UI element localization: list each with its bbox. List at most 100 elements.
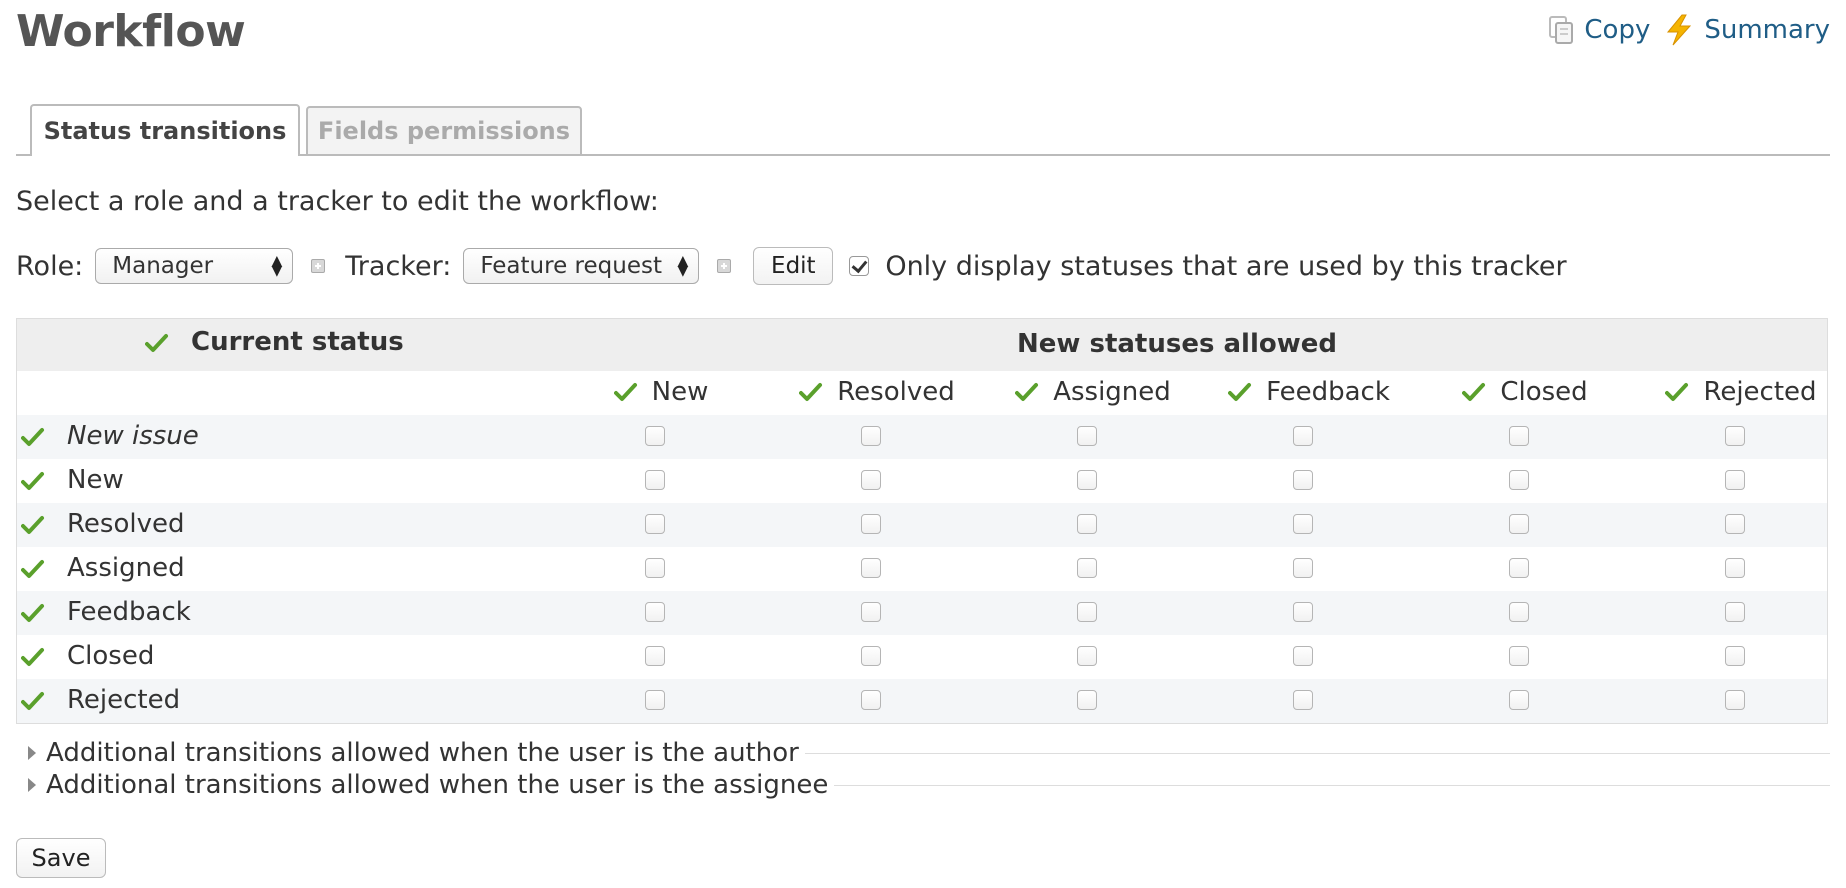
transition-checkbox[interactable]	[1509, 646, 1529, 666]
page-title: Workflow	[16, 6, 246, 57]
toggle-column-check-icon[interactable]	[1015, 382, 1039, 402]
role-expand-icon[interactable]	[311, 259, 326, 273]
transition-checkbox[interactable]	[1725, 690, 1745, 710]
tracker-label: Tracker:	[345, 250, 452, 282]
column-header-label: Feedback	[1266, 377, 1390, 407]
transition-checkbox[interactable]	[861, 470, 881, 490]
transition-checkbox[interactable]	[861, 602, 881, 622]
summary-link[interactable]: Summary	[1664, 14, 1830, 46]
table-row: Resolved	[17, 503, 1827, 547]
column-header-label: New	[651, 377, 709, 407]
divider	[834, 784, 1830, 786]
toggle-row-check-icon[interactable]	[21, 603, 45, 623]
table-row: Rejected	[17, 679, 1827, 723]
transition-checkbox[interactable]	[1077, 514, 1097, 534]
expand-triangle-icon	[28, 746, 36, 760]
author-transitions-label: Additional transitions allowed when the …	[46, 738, 799, 768]
transition-checkbox[interactable]	[645, 602, 665, 622]
transition-checkbox[interactable]	[645, 690, 665, 710]
column-header-new: New	[561, 377, 761, 407]
transition-checkbox[interactable]	[1077, 558, 1097, 578]
column-header-label: Rejected	[1703, 377, 1817, 407]
copy-icon	[1548, 15, 1574, 45]
column-header-feedback: Feedback	[1209, 377, 1409, 407]
table-row: New issue	[17, 415, 1827, 459]
transition-checkbox[interactable]	[1077, 426, 1097, 446]
transition-checkbox[interactable]	[861, 690, 881, 710]
only-used-statuses-checkbox[interactable]	[849, 256, 870, 276]
instructions-text: Select a role and a tracker to edit the …	[16, 186, 659, 217]
transition-checkbox[interactable]	[1293, 646, 1313, 666]
copy-link[interactable]: Copy	[1548, 15, 1650, 45]
row-status-label: Resolved	[67, 509, 185, 539]
transition-checkbox[interactable]	[861, 558, 881, 578]
transition-checkbox[interactable]	[1293, 690, 1313, 710]
transition-checkbox[interactable]	[1509, 602, 1529, 622]
toggle-all-rows-check-icon[interactable]	[145, 333, 169, 353]
row-status-label: New issue	[67, 421, 199, 451]
transition-checkbox[interactable]	[1509, 426, 1529, 446]
transition-checkbox[interactable]	[1077, 602, 1097, 622]
transition-checkbox[interactable]	[645, 470, 665, 490]
transition-checkbox[interactable]	[1509, 514, 1529, 534]
assignee-transitions-toggle[interactable]: Additional transitions allowed when the …	[28, 770, 1830, 800]
transition-checkbox[interactable]	[645, 426, 665, 446]
select-arrows-icon: ▲ ▼	[271, 253, 283, 279]
toggle-column-check-icon[interactable]	[799, 382, 823, 402]
copy-label: Copy	[1584, 15, 1651, 45]
edit-button[interactable]: Edit	[753, 247, 834, 285]
role-label: Role:	[16, 250, 84, 282]
transition-checkbox[interactable]	[1077, 470, 1097, 490]
table-row: Assigned	[17, 547, 1827, 591]
transition-checkbox[interactable]	[861, 514, 881, 534]
workflow-page: Workflow Copy Summary Status transitions…	[0, 0, 1846, 888]
toggle-column-check-icon[interactable]	[1462, 382, 1486, 402]
transition-checkbox[interactable]	[1725, 558, 1745, 578]
transition-checkbox[interactable]	[1293, 470, 1313, 490]
column-header-closed: Closed	[1425, 377, 1625, 407]
table-row: New	[17, 459, 1827, 503]
transition-checkbox[interactable]	[1725, 646, 1745, 666]
transition-checkbox[interactable]	[1725, 426, 1745, 446]
toggle-row-check-icon[interactable]	[21, 515, 45, 535]
only-used-statuses-label: Only display statuses that are used by t…	[885, 250, 1567, 282]
transition-checkbox[interactable]	[645, 558, 665, 578]
row-status-label: Closed	[67, 641, 155, 671]
toggle-column-check-icon[interactable]	[613, 382, 638, 402]
toggle-row-check-icon[interactable]	[21, 691, 45, 711]
transition-checkbox[interactable]	[1293, 558, 1313, 578]
tracker-expand-icon[interactable]	[717, 259, 732, 273]
transition-checkbox[interactable]	[1725, 470, 1745, 490]
column-header-label: Assigned	[1053, 377, 1171, 407]
transition-checkbox[interactable]	[1725, 514, 1745, 534]
transition-checkbox[interactable]	[861, 426, 881, 446]
author-transitions-toggle[interactable]: Additional transitions allowed when the …	[28, 738, 1830, 768]
transition-checkbox[interactable]	[1725, 602, 1745, 622]
tab-status-transitions[interactable]: Status transitions	[30, 104, 300, 156]
toggle-column-check-icon[interactable]	[1665, 382, 1689, 402]
transition-checkbox[interactable]	[1077, 646, 1097, 666]
role-select[interactable]: Manager ▲ ▼	[95, 248, 294, 284]
toggle-column-check-icon[interactable]	[1228, 382, 1252, 402]
transition-checkbox[interactable]	[861, 646, 881, 666]
toggle-row-check-icon[interactable]	[21, 471, 45, 491]
transition-checkbox[interactable]	[1293, 602, 1313, 622]
transition-checkbox[interactable]	[1509, 558, 1529, 578]
lightning-icon	[1664, 14, 1694, 46]
tracker-select[interactable]: Feature request ▲ ▼	[463, 248, 700, 284]
row-status-label: New	[67, 465, 124, 495]
save-button[interactable]: Save	[16, 838, 106, 878]
toggle-row-check-icon[interactable]	[21, 559, 45, 579]
toggle-row-check-icon[interactable]	[21, 427, 45, 447]
top-actions: Copy Summary	[1548, 14, 1830, 46]
divider	[804, 752, 1830, 754]
toggle-row-check-icon[interactable]	[21, 647, 45, 667]
transition-checkbox[interactable]	[1293, 426, 1313, 446]
transition-checkbox[interactable]	[645, 646, 665, 666]
transition-checkbox[interactable]	[1509, 470, 1529, 490]
transition-checkbox[interactable]	[1293, 514, 1313, 534]
transition-checkbox[interactable]	[645, 514, 665, 534]
tab-fields-permissions[interactable]: Fields permissions	[306, 106, 582, 156]
transition-checkbox[interactable]	[1077, 690, 1097, 710]
transition-checkbox[interactable]	[1509, 690, 1529, 710]
